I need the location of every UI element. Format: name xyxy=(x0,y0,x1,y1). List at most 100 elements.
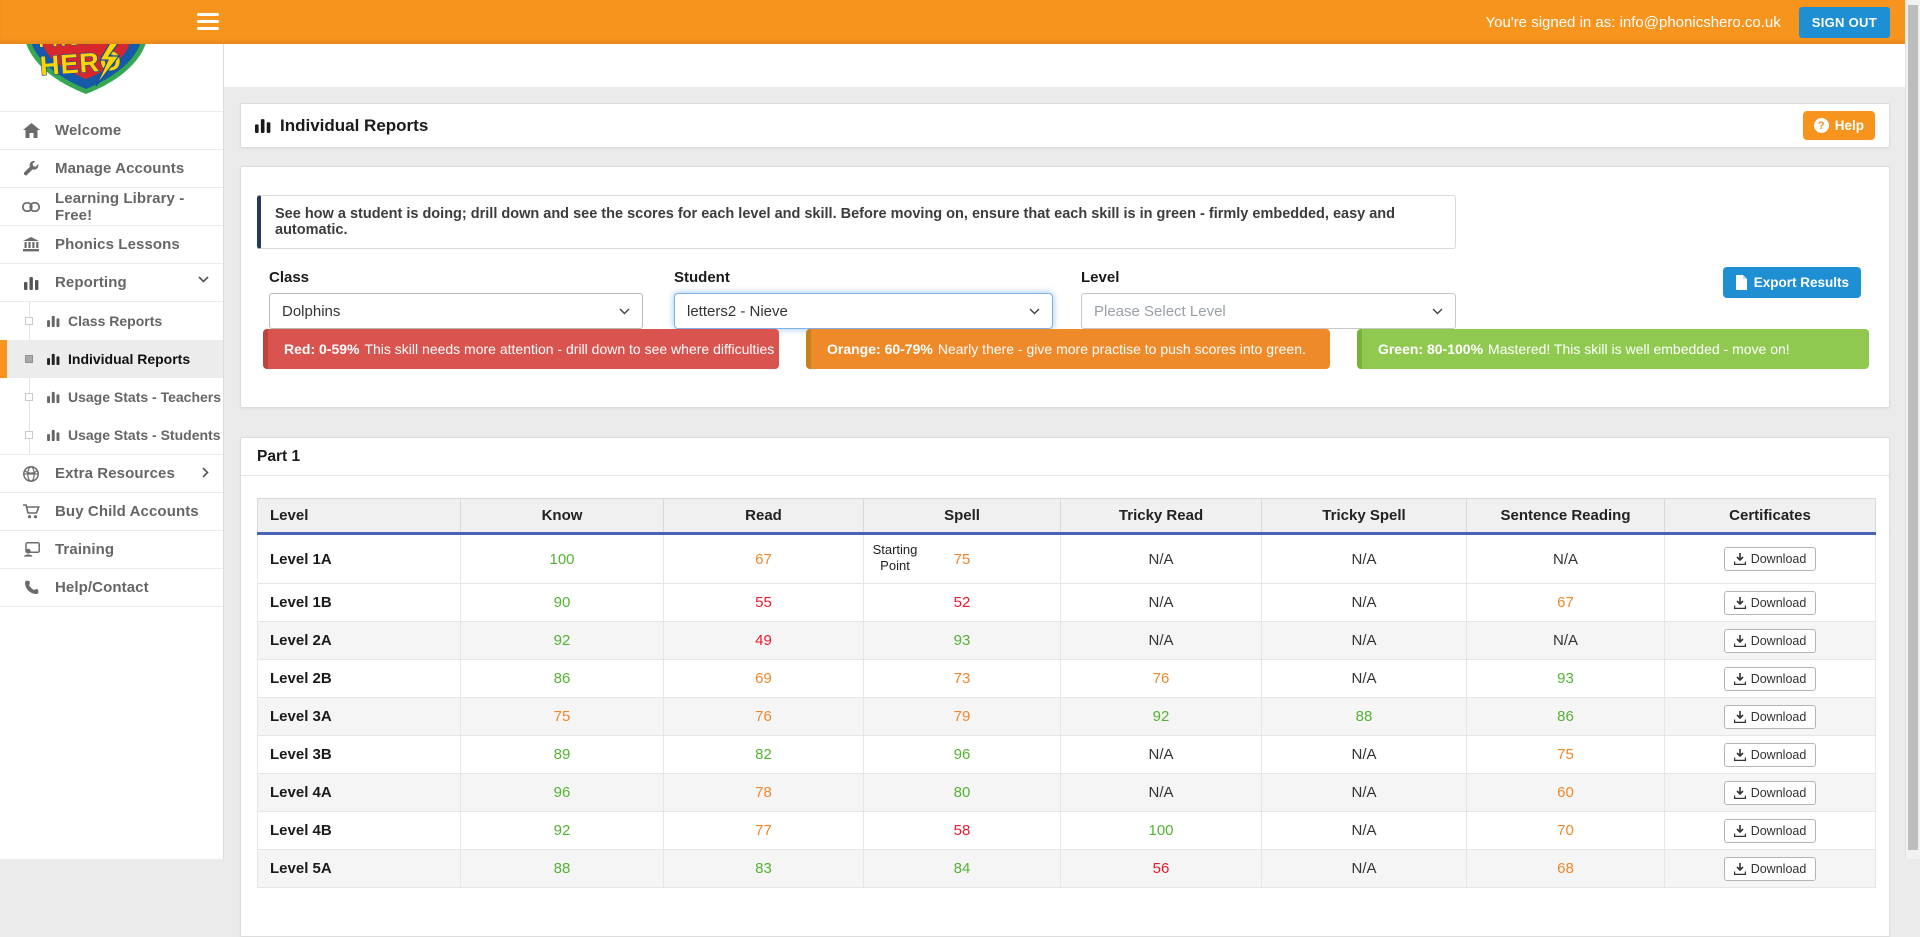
score-cell: 100 xyxy=(1061,812,1262,850)
score-cell: 68 xyxy=(1467,850,1665,888)
hamburger-menu-icon[interactable] xyxy=(197,13,219,31)
download-button[interactable]: Download xyxy=(1724,743,1817,767)
sidebar-item-phonics-lessons[interactable]: Phonics Lessons xyxy=(0,226,223,264)
training-icon xyxy=(22,542,40,557)
score-cell: Starting Point75 xyxy=(864,534,1061,584)
certificate-cell: Download xyxy=(1665,812,1876,850)
sidebar: PHONICS HERO Welcome Manage Accounts Lea… xyxy=(0,0,224,859)
level-cell: Level 3B xyxy=(258,736,461,774)
sidebar-item-help-contact[interactable]: Help/Contact xyxy=(0,569,223,607)
class-select[interactable]: Dolphins xyxy=(269,293,643,329)
class-label: Class xyxy=(269,269,309,286)
sidebar-item-individual-reports[interactable]: Individual Reports xyxy=(0,340,223,378)
chevron-down-icon xyxy=(1432,308,1443,315)
bar-chart-icon xyxy=(47,429,60,441)
scores-table: Level Know Read Spell Tricky Read Tricky… xyxy=(257,498,1876,888)
score-cell: 49 xyxy=(664,622,864,660)
bar-chart-icon xyxy=(47,353,60,365)
score-cell: 70 xyxy=(1467,812,1665,850)
sidebar-item-usage-stats-students[interactable]: Usage Stats - Students xyxy=(0,416,223,454)
score-cell: N/A xyxy=(1061,584,1262,622)
certificate-cell: Download xyxy=(1665,850,1876,888)
score-cell: 78 xyxy=(664,774,864,812)
table-row: Level 3A 75 76 79 92 88 86 Download xyxy=(258,698,1876,736)
filters-card: See how a student is doing; drill down a… xyxy=(240,166,1890,408)
chevron-down-icon xyxy=(1029,308,1040,315)
score-cell: 88 xyxy=(1262,698,1467,736)
phone-icon xyxy=(22,580,40,595)
score-cell: 60 xyxy=(1467,774,1665,812)
download-button[interactable]: Download xyxy=(1724,781,1817,805)
sidebar-item-class-reports[interactable]: Class Reports xyxy=(0,302,223,340)
level-cell: Level 1A xyxy=(258,534,461,584)
level-cell: Level 2A xyxy=(258,622,461,660)
help-button[interactable]: ? Help xyxy=(1803,111,1875,140)
score-cell: N/A xyxy=(1262,774,1467,812)
score-cell: 83 xyxy=(664,850,864,888)
sidebar-item-buy-child-accounts[interactable]: Buy Child Accounts xyxy=(0,493,223,531)
score-cell: 90 xyxy=(461,584,664,622)
student-select[interactable]: letters2 - Nieve xyxy=(674,293,1053,329)
score-cell: 67 xyxy=(664,534,864,584)
tree-bullet xyxy=(25,393,33,401)
export-results-button[interactable]: Export Results xyxy=(1723,267,1861,298)
student-label: Student xyxy=(674,269,730,286)
score-cell: 69 xyxy=(664,660,864,698)
certificate-cell: Download xyxy=(1665,774,1876,812)
download-button[interactable]: Download xyxy=(1724,857,1817,881)
score-cell: 76 xyxy=(1061,660,1262,698)
download-button[interactable]: Download xyxy=(1724,667,1817,691)
link-icon xyxy=(22,202,40,212)
level-select[interactable]: Please Select Level xyxy=(1081,293,1456,329)
score-cell: N/A xyxy=(1262,534,1467,584)
score-cell: N/A xyxy=(1262,850,1467,888)
sidebar-item-training[interactable]: Training xyxy=(0,531,223,569)
bar-chart-icon xyxy=(255,118,271,133)
sidebar-item-learning-library[interactable]: Learning Library - Free! xyxy=(0,188,223,226)
sidebar-item-extra-resources[interactable]: Extra Resources xyxy=(0,455,223,493)
home-icon xyxy=(22,123,40,138)
table-row: Level 1A 100 67 Starting Point75 N/A N/A… xyxy=(258,534,1876,584)
tree-bullet xyxy=(25,431,33,439)
score-cell: N/A xyxy=(1061,622,1262,660)
tree-bullet xyxy=(25,355,33,363)
scrollbar-thumb[interactable] xyxy=(1908,5,1918,850)
level-cell: Level 4B xyxy=(258,812,461,850)
download-button[interactable]: Download xyxy=(1724,819,1817,843)
score-cell: 77 xyxy=(664,812,864,850)
sidebar-item-usage-stats-teachers[interactable]: Usage Stats - Teachers xyxy=(0,378,223,416)
score-cell: 75 xyxy=(1467,736,1665,774)
section-title: Part 1 xyxy=(241,438,1889,476)
score-cell: 67 xyxy=(1467,584,1665,622)
question-mark-icon: ? xyxy=(1814,118,1829,133)
sidebar-item-reporting[interactable]: Reporting xyxy=(0,264,223,302)
certificate-cell: Download xyxy=(1665,584,1876,622)
download-button[interactable]: Download xyxy=(1724,705,1817,729)
sidebar-nav: Welcome Manage Accounts Learning Library… xyxy=(0,111,223,607)
score-cell: 93 xyxy=(864,622,1061,660)
sign-out-button[interactable]: SIGN OUT xyxy=(1799,7,1890,38)
wrench-icon xyxy=(22,161,40,177)
vertical-scrollbar[interactable] xyxy=(1905,0,1920,859)
legend-red: Red: 0-59% This skill needs more attenti… xyxy=(263,329,779,369)
download-button[interactable]: Download xyxy=(1724,629,1817,653)
level-label: Level xyxy=(1081,269,1119,286)
level-cell: Level 2B xyxy=(258,660,461,698)
bank-icon xyxy=(22,237,40,252)
download-button[interactable]: Download xyxy=(1724,547,1817,571)
download-button[interactable]: Download xyxy=(1724,591,1817,615)
cart-icon xyxy=(22,504,40,519)
table-row: Level 2B 86 69 73 76 N/A 93 Download xyxy=(258,660,1876,698)
sidebar-item-manage-accounts[interactable]: Manage Accounts xyxy=(0,150,223,188)
globe-icon xyxy=(22,466,40,482)
score-cell: 75 xyxy=(461,698,664,736)
score-cell: 52 xyxy=(864,584,1061,622)
reporting-submenu: Class Reports Individual Reports Usage S… xyxy=(0,302,223,455)
certificate-cell: Download xyxy=(1665,660,1876,698)
score-cell: N/A xyxy=(1262,660,1467,698)
starting-point-note: Starting Point xyxy=(869,542,921,575)
part1-card: Part 1 Level Know Read Spell Tricky Read… xyxy=(240,437,1890,937)
sidebar-item-welcome[interactable]: Welcome xyxy=(0,112,223,150)
chevron-down-icon xyxy=(198,276,209,283)
score-cell: 58 xyxy=(864,812,1061,850)
